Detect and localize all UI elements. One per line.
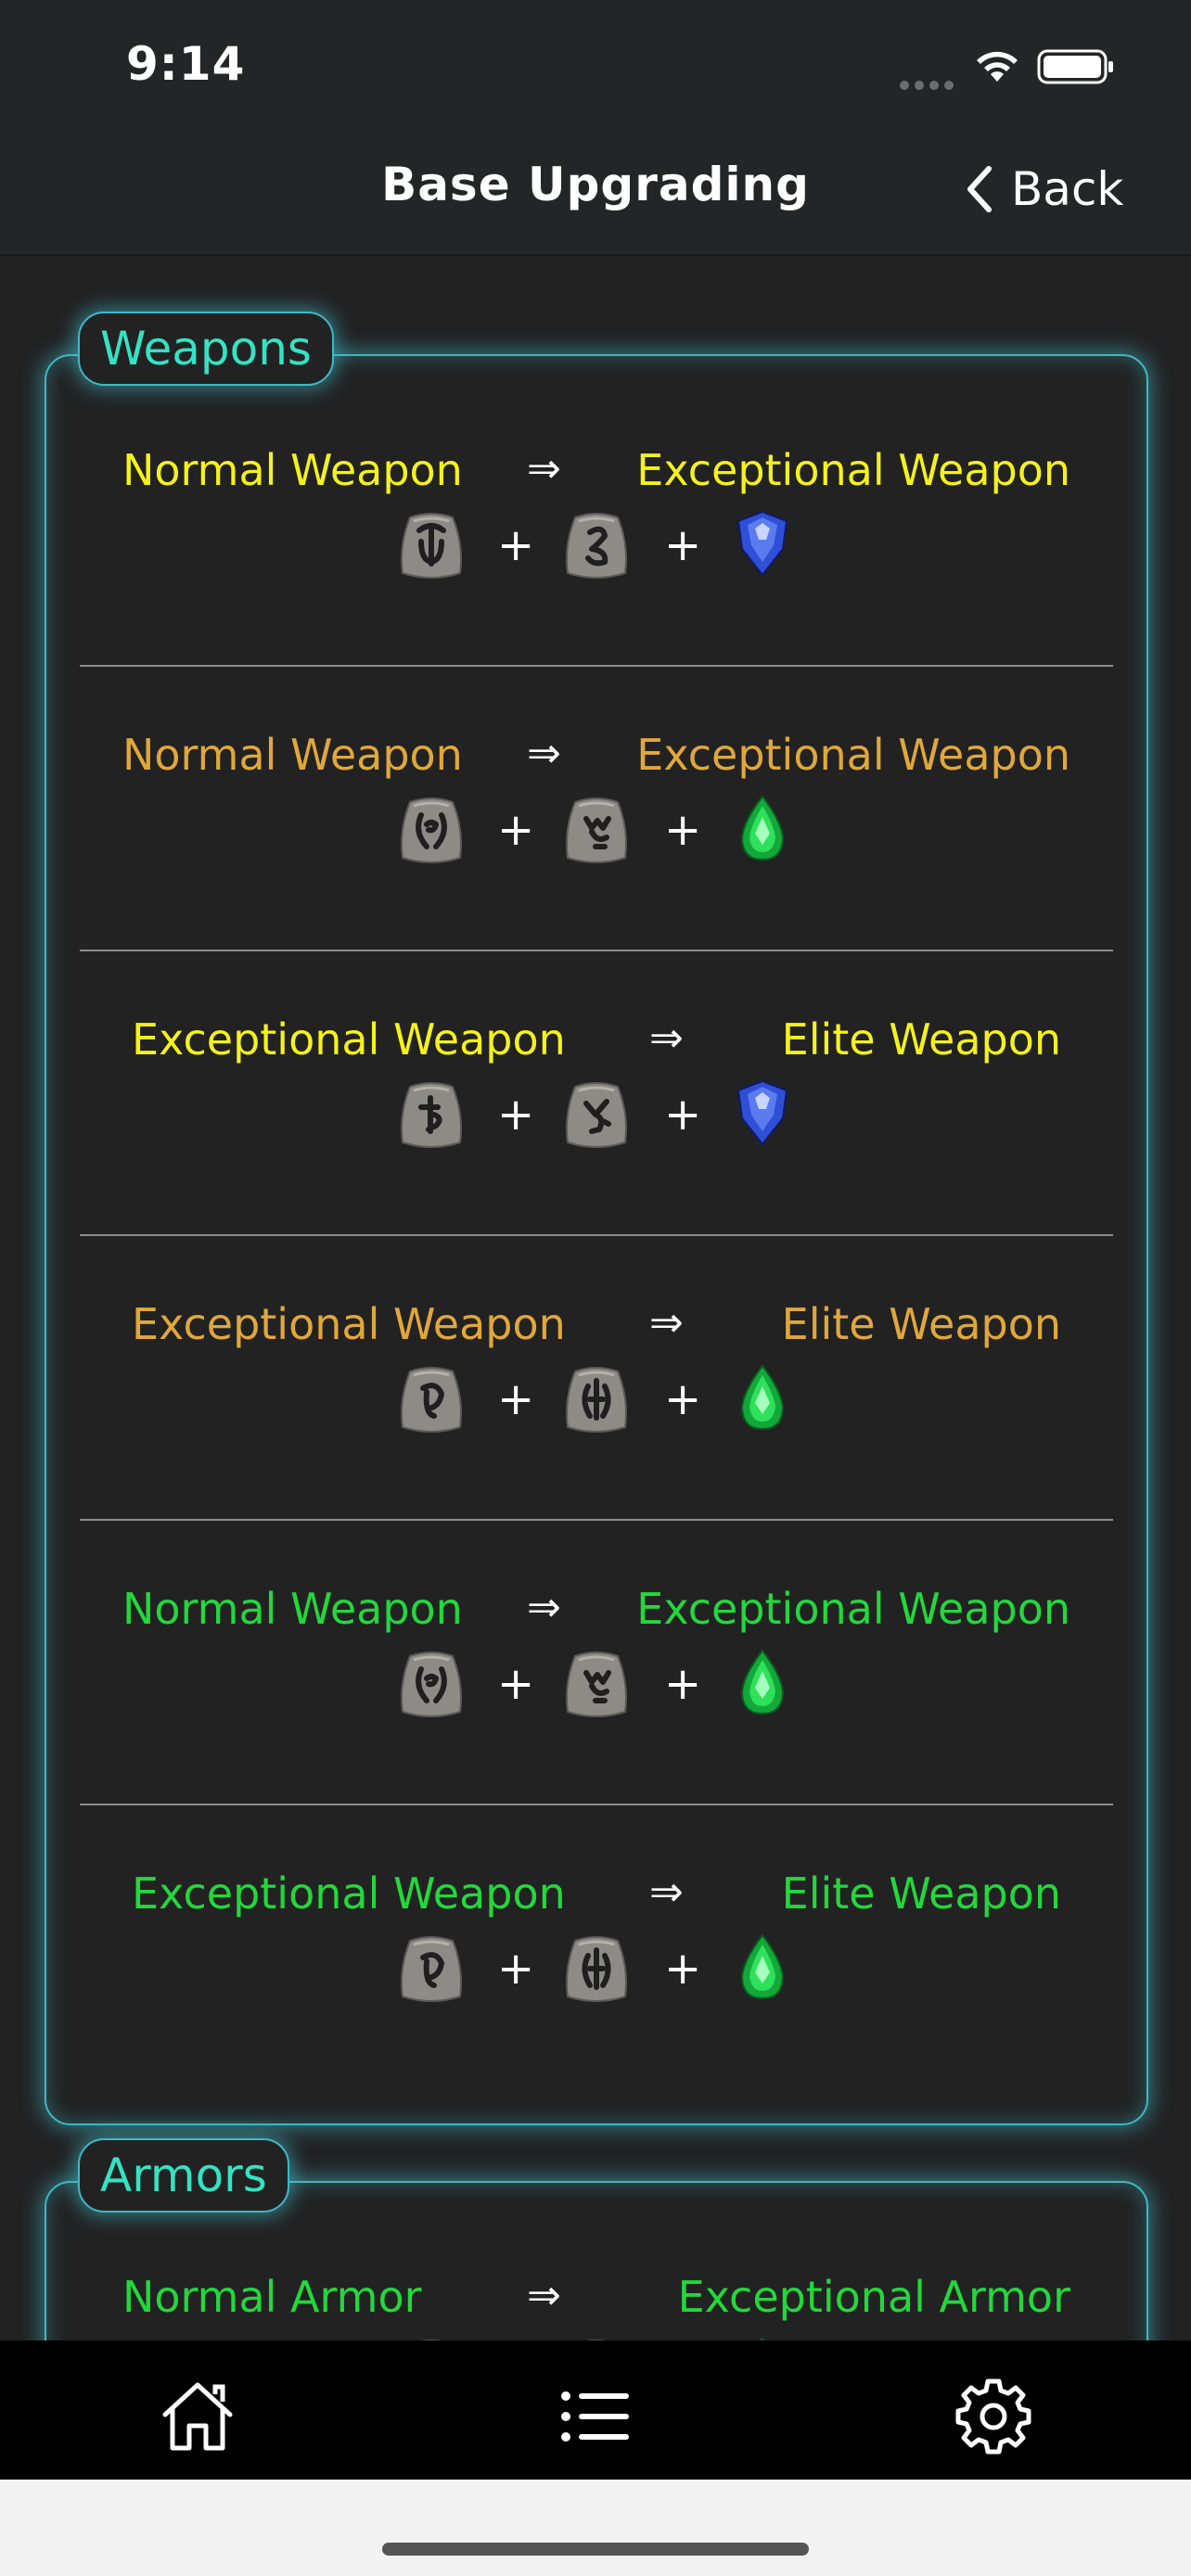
upgrade-recipe-row: Normal Weapon ⇒ Exceptional Weapon + + <box>46 1521 1146 1805</box>
tab-list[interactable] <box>554 2378 637 2455</box>
emerald-gem-icon <box>740 1364 785 1431</box>
rune-icon <box>566 1936 627 2002</box>
upgrade-arrow: ⇒ <box>527 730 561 777</box>
emerald-gem-icon <box>740 1649 785 1715</box>
rune-icon <box>566 513 627 579</box>
plus-sign: + <box>664 804 702 856</box>
to-tier-label: Elite Weapon <box>781 1299 1061 1349</box>
recipe-ingredients: ++ <box>46 1358 1146 1442</box>
rune-icon <box>401 513 462 579</box>
upgrade-recipe-row: Normal Weapon ⇒ Exceptional Weapon + + <box>46 667 1146 951</box>
from-tier-label: Exceptional Weapon <box>132 1299 566 1349</box>
to-tier-label: Exceptional Armor <box>677 2272 1070 2322</box>
chevron-left-icon <box>967 166 992 212</box>
tab-bar <box>0 2340 1191 2480</box>
back-button[interactable]: Back <box>965 161 1123 217</box>
to-tier-label: Exceptional Weapon <box>636 445 1070 495</box>
section-label: Weapons <box>78 312 334 386</box>
gear-icon <box>955 2378 1031 2455</box>
tab-settings[interactable] <box>952 2378 1035 2455</box>
plus-sign: + <box>497 519 535 571</box>
upgrade-arrow: ⇒ <box>649 1868 684 1916</box>
plus-sign: + <box>497 1089 535 1141</box>
to-tier-label: Exceptional Weapon <box>636 730 1070 780</box>
to-tier-label: Elite Weapon <box>781 1014 1061 1065</box>
upgrade-recipe-row: Normal Weapon ⇒ Exceptional Weapon + + <box>46 382 1146 667</box>
home-indicator-area <box>0 2480 1191 2576</box>
rune-icon <box>401 797 462 863</box>
from-tier-label: Normal Weapon <box>122 730 463 780</box>
to-tier-label: Elite Weapon <box>781 1868 1061 1919</box>
wifi-icon <box>977 51 1018 82</box>
recipe-ingredients: ++ <box>46 1643 1146 1727</box>
section-label: Armors <box>78 2138 289 2213</box>
emerald-gem-icon <box>740 795 785 861</box>
plus-sign: + <box>664 1089 702 1141</box>
content-scroll-area[interactable]: Normal Weapon ⇒ Exceptional Weapon + + Normal… <box>0 256 1191 2340</box>
from-tier-label: Exceptional Weapon <box>132 1014 566 1065</box>
sapphire-gem-icon <box>736 1079 788 1146</box>
from-tier-label: Normal Armor <box>122 2272 422 2322</box>
recipe-ingredients: ++ <box>46 1074 1146 1157</box>
recipe-ingredients: ++ <box>46 1928 1146 2011</box>
home-indicator[interactable] <box>382 2543 809 2556</box>
plus-sign: + <box>664 1373 702 1425</box>
rune-icon <box>566 1367 627 1433</box>
recipe-ingredients: ++ <box>46 504 1146 588</box>
rune-icon <box>401 1936 462 2002</box>
status-bar: 9:14 <box>0 0 1191 139</box>
tab-home[interactable] <box>156 2378 239 2455</box>
plus-sign: + <box>497 804 535 856</box>
upgrade-recipe-row: Exceptional Weapon ⇒ Elite Weapon + + <box>46 1805 1146 2090</box>
plus-sign: + <box>664 1943 702 1995</box>
section-weapons: Normal Weapon ⇒ Exceptional Weapon + + Normal… <box>45 354 1148 2125</box>
navigation-bar: Base Upgrading Back <box>0 139 1191 256</box>
plus-sign: + <box>664 519 702 571</box>
rune-icon <box>566 797 627 863</box>
plus-sign: + <box>497 1373 535 1425</box>
plus-sign: + <box>497 1943 535 1995</box>
rune-icon <box>566 1082 627 1148</box>
to-tier-label: Exceptional Weapon <box>636 1584 1070 1634</box>
from-tier-label: Exceptional Weapon <box>132 1868 566 1919</box>
plus-sign: + <box>497 1658 535 1710</box>
rune-icon <box>401 1651 462 1717</box>
upgrade-arrow: ⇒ <box>527 1584 561 1631</box>
recipe-ingredients: ++ <box>46 789 1146 873</box>
upgrade-arrow: ⇒ <box>527 445 561 492</box>
list-icon <box>561 2391 629 2442</box>
from-tier-label: Normal Weapon <box>122 445 463 495</box>
upgrade-recipe-row: Exceptional Weapon ⇒ Elite Weapon + + <box>46 951 1146 1236</box>
rune-icon <box>566 1651 627 1717</box>
emerald-gem-icon <box>740 1933 785 2000</box>
status-time: 9:14 <box>126 37 246 91</box>
from-tier-label: Normal Weapon <box>122 1584 463 1634</box>
plus-sign: + <box>664 1658 702 1710</box>
upgrade-arrow: ⇒ <box>527 2272 561 2319</box>
back-label: Back <box>1011 162 1124 216</box>
sapphire-gem-icon <box>736 510 788 577</box>
rune-icon <box>401 1082 462 1148</box>
upgrade-recipe-row: Exceptional Weapon ⇒ Elite Weapon + + <box>46 1236 1146 1521</box>
home-icon <box>162 2382 233 2451</box>
rune-icon <box>401 1367 462 1433</box>
cellular-signal-icon <box>900 76 959 90</box>
recipe-ingredients: ++ <box>46 2331 1146 2340</box>
upgrade-recipe-row: Normal Armor ⇒ Exceptional Armor ++ <box>46 2209 1146 2340</box>
battery-icon <box>1037 49 1113 84</box>
upgrade-arrow: ⇒ <box>649 1299 684 1346</box>
upgrade-arrow: ⇒ <box>649 1014 684 1062</box>
